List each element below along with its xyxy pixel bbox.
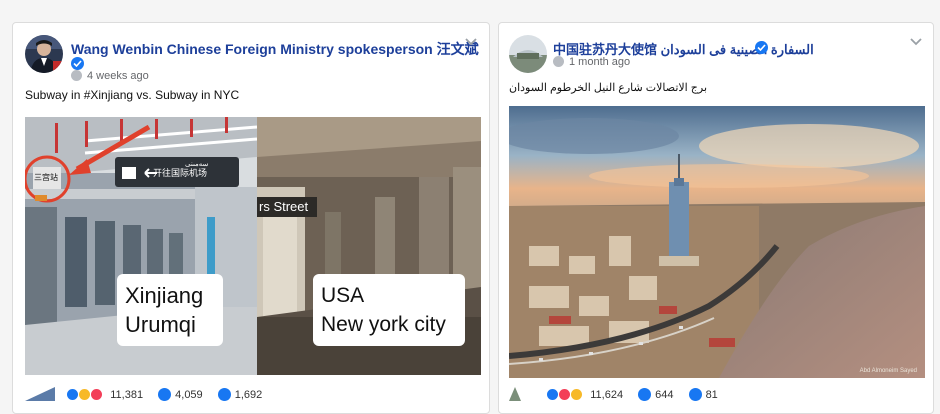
photo-credit: Abd Almoneim Sayed (859, 368, 917, 374)
reaction-count[interactable]: 11,624 (590, 389, 623, 401)
post-time[interactable]: 1 month ago (569, 56, 630, 68)
shares-stat[interactable]: 1,692 (217, 388, 263, 401)
profile-thumb (509, 387, 521, 401)
comment-icon (158, 388, 172, 401)
post-card-embassy-sudan: 中国驻苏丹大使馆 السفارة الصينية فى السودان 1 mo… (498, 22, 934, 414)
post-photo-subway-comparison[interactable]: Xinjiang Urumqi USA New york city 开往国际机场… (25, 117, 481, 375)
globe-icon (553, 56, 564, 67)
like-icon[interactable] (66, 388, 80, 401)
share-count: 81 (705, 389, 718, 401)
comment-count: 644 (655, 389, 674, 401)
label-xinjiang-line1: Xinjiang (125, 283, 204, 308)
post-time[interactable]: 4 weeks ago (87, 70, 149, 82)
post-stats: 11,381 4,059 1,692 (25, 387, 262, 407)
chevron-down-icon[interactable] (464, 37, 478, 47)
comments-stat[interactable]: 644 (638, 388, 674, 401)
share-icon (217, 388, 231, 401)
author-avatar[interactable] (509, 35, 547, 73)
sign-left-text: 三宫站 (34, 173, 58, 182)
comments-stat[interactable]: 4,059 (158, 388, 203, 401)
label-usa: USA New york city (313, 274, 465, 346)
verified-icon (71, 57, 84, 70)
khartoum-illustration (509, 106, 925, 378)
street-sign-text: rs Street (259, 199, 309, 214)
author-name[interactable]: Wang Wenbin Chinese Foreign Ministry spo… (71, 39, 479, 59)
post-stats: 11,624 644 81 (509, 387, 718, 407)
post-photo-khartoum-tower[interactable]: Abd Almoneim Sayed (509, 106, 925, 378)
haha-icon[interactable] (78, 388, 92, 401)
reaction-count[interactable]: 11,381 (110, 389, 143, 401)
label-xinjiang: Xinjiang Urumqi (117, 274, 223, 346)
love-icon[interactable] (558, 388, 572, 401)
love-icon[interactable] (90, 388, 104, 401)
post-text: برج الاتصالات شارع النيل الخرطوم السودان (509, 82, 708, 94)
haha-icon[interactable] (570, 388, 584, 401)
author-avatar[interactable] (25, 35, 63, 73)
comment-count: 4,059 (175, 389, 203, 401)
chevron-down-icon[interactable] (909, 37, 923, 47)
share-count: 1,692 (234, 389, 263, 401)
post-text: Subway in #Xinjiang vs. Subway in NYC (25, 88, 240, 102)
label-xinjiang-line2: Urumqi (125, 312, 196, 337)
post-card-wang-wenbin: Wang Wenbin Chinese Foreign Ministry spo… (12, 22, 490, 414)
train-icon (122, 167, 136, 179)
label-usa-line1: USA (321, 284, 365, 307)
profile-thumb (25, 387, 55, 401)
comment-icon (638, 388, 652, 401)
globe-icon (71, 70, 82, 81)
like-icon[interactable] (546, 388, 560, 401)
sign-top-text: سەمىنى (185, 161, 209, 168)
shares-stat[interactable]: 81 (688, 388, 718, 401)
verified-icon (755, 41, 768, 54)
share-icon (688, 388, 702, 401)
post-meta: 4 weeks ago (71, 70, 149, 82)
label-usa-line2: New york city (321, 313, 446, 336)
post-meta: 1 month ago (553, 56, 630, 68)
